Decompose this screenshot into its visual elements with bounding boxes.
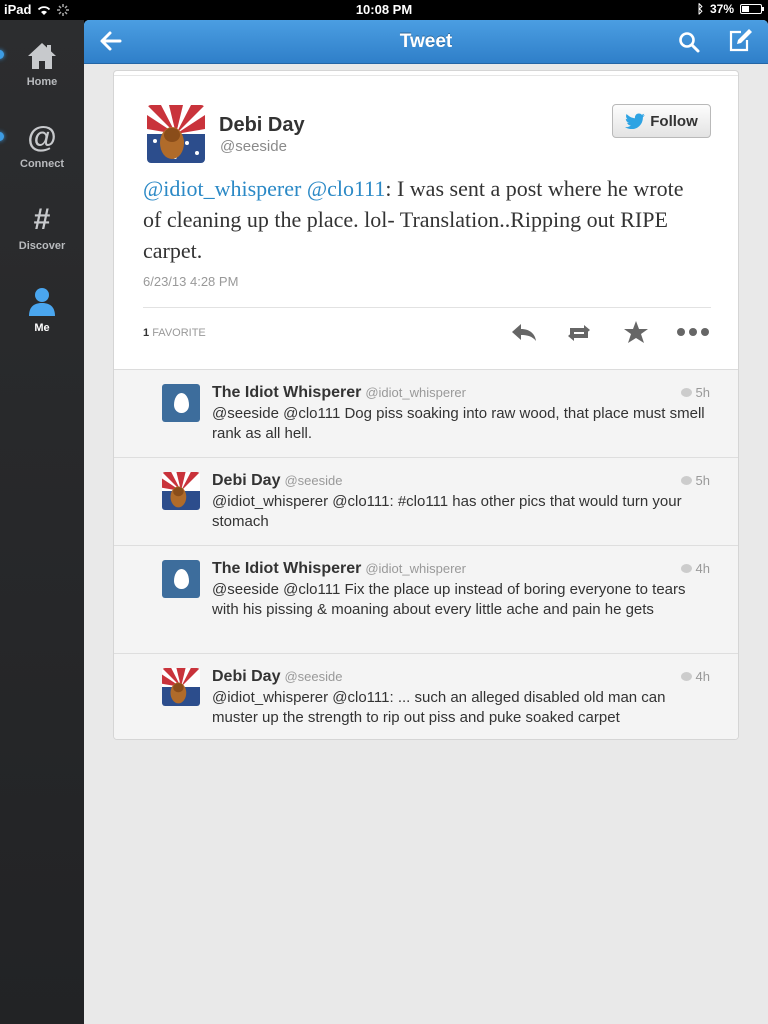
egg-avatar[interactable] xyxy=(162,560,200,598)
bluetooth-icon: ᛒ xyxy=(696,2,704,16)
favorite-star-icon[interactable] xyxy=(621,319,651,345)
mention-link[interactable]: @idiot_whisperer xyxy=(143,176,301,201)
favorite-count[interactable]: 1 FAVORITE xyxy=(143,327,206,339)
speech-bubble-icon xyxy=(680,388,692,397)
favorite-count-label: FAVORITE xyxy=(152,327,206,339)
nav-bar: Tweet xyxy=(84,20,768,64)
speech-bubble-icon xyxy=(680,564,692,573)
speech-bubble-icon xyxy=(680,476,692,485)
status-bar: iPad 10:08 PM ᛒ 37% xyxy=(0,0,768,20)
reply-text: @idiot_whisperer @clo111: ... such an al… xyxy=(212,689,670,726)
sidebar-item-label: Discover xyxy=(18,240,66,252)
more-icon[interactable] xyxy=(676,319,710,345)
sidebar-item-home[interactable]: Home xyxy=(0,40,84,88)
reply-list: The Idiot Whisperer @idiot_whisperer 5h @… xyxy=(114,369,738,739)
follow-label: Follow xyxy=(650,112,698,130)
reply-time: 4h xyxy=(695,561,710,576)
sidebar: Home @ Connect # Discover Me xyxy=(0,20,84,1024)
reply-author-name[interactable]: The Idiot Whisperer xyxy=(212,560,361,577)
favorite-count-number: 1 xyxy=(143,327,150,339)
reply-author-name[interactable]: Debi Day xyxy=(212,668,280,685)
at-icon: @ xyxy=(27,121,57,154)
flag-avatar[interactable] xyxy=(162,668,200,706)
twitter-bird-icon xyxy=(625,113,646,129)
tweet-text: @idiot_whisperer @clo111: I was sent a p… xyxy=(143,173,703,266)
reply-text: @idiot_whisperer @clo111: #clo111 has ot… xyxy=(212,493,686,530)
status-time: 10:08 PM xyxy=(355,2,413,17)
sidebar-item-label: Me xyxy=(34,322,50,334)
author-avatar[interactable] xyxy=(147,105,205,163)
main-panel: Tweet Debi Day @seeside Follow @idiot_wh… xyxy=(84,20,768,1024)
battery-percent: 37% xyxy=(709,2,734,16)
sidebar-item-connect[interactable]: @ Connect xyxy=(0,122,84,170)
reply-icon[interactable] xyxy=(509,319,539,345)
reply-time: 5h xyxy=(695,385,710,400)
egg-avatar[interactable] xyxy=(162,384,200,422)
retweet-icon[interactable] xyxy=(564,319,594,345)
flag-avatar-image xyxy=(162,668,200,706)
reply-author-name[interactable]: The Idiot Whisperer xyxy=(212,384,361,401)
person-icon xyxy=(29,288,55,316)
unread-dot xyxy=(0,50,4,59)
tweet-card: Debi Day @seeside Follow @idiot_whispere… xyxy=(113,70,739,740)
egg-avatar-bg xyxy=(162,384,200,422)
reply-item[interactable]: Debi Day @seeside 4h @idiot_whisperer @cl… xyxy=(114,654,738,739)
reply-author-handle: @seeside xyxy=(284,473,343,488)
egg-icon xyxy=(173,393,189,413)
hash-icon: # xyxy=(33,203,51,236)
flag-avatar-image xyxy=(147,105,205,163)
reply-time: 4h xyxy=(695,669,710,684)
page-title: Tweet xyxy=(399,31,453,52)
reply-item[interactable]: The Idiot Whisperer @idiot_whisperer 5h @… xyxy=(114,370,738,458)
home-icon xyxy=(28,43,56,69)
reply-text: @seeside @clo111 Fix the place up instea… xyxy=(212,581,690,618)
author-name[interactable]: Debi Day xyxy=(219,114,305,137)
battery-icon xyxy=(740,4,764,14)
egg-icon xyxy=(173,569,189,589)
speech-bubble-icon xyxy=(680,672,692,681)
sidebar-item-label: Connect xyxy=(20,158,64,170)
reply-time: 5h xyxy=(695,473,710,488)
divider xyxy=(143,307,711,308)
search-icon[interactable] xyxy=(677,30,701,54)
reply-item[interactable]: The Idiot Whisperer @idiot_whisperer 4h @… xyxy=(114,546,738,654)
author-handle[interactable]: @seeside xyxy=(220,138,287,155)
tweet-timestamp: 6/23/13 4:28 PM xyxy=(143,274,239,289)
reply-author-name[interactable]: Debi Day xyxy=(212,472,280,489)
reply-author-handle: @idiot_whisperer xyxy=(365,385,466,400)
flag-avatar-image xyxy=(162,472,200,510)
reply-author-handle: @seeside xyxy=(284,669,343,684)
flag-avatar[interactable] xyxy=(162,472,200,510)
compose-icon[interactable] xyxy=(727,28,753,54)
egg-avatar-bg xyxy=(162,560,200,598)
follow-button[interactable]: Follow xyxy=(612,104,711,138)
sidebar-item-discover[interactable]: # Discover xyxy=(0,203,84,253)
battery-level xyxy=(742,6,749,12)
sidebar-item-label: Home xyxy=(26,76,58,88)
reply-author-handle: @idiot_whisperer xyxy=(365,561,466,576)
mention-link[interactable]: @clo111 xyxy=(307,176,386,201)
sidebar-item-me[interactable]: Me xyxy=(0,286,84,334)
reply-item[interactable]: Debi Day @seeside 5h @idiot_whisperer @cl… xyxy=(114,458,738,546)
card-top-divider xyxy=(114,71,738,76)
reply-text: @seeside @clo111 Dog piss soaking into r… xyxy=(212,405,713,442)
